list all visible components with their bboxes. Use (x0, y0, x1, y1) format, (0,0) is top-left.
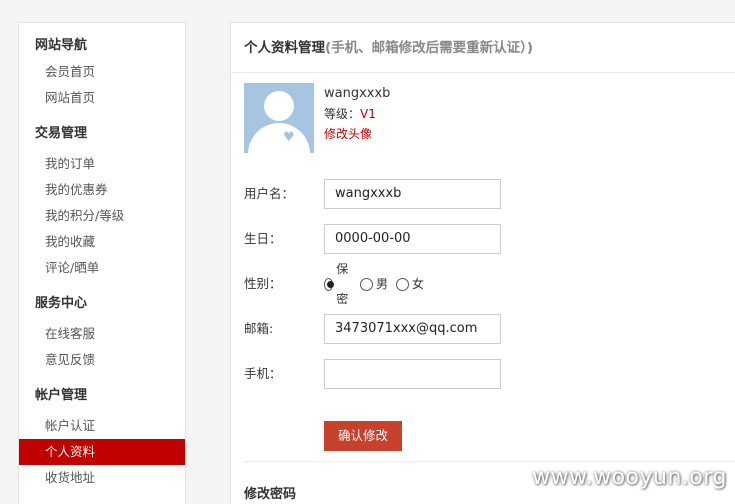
sidebar-group-site-nav: 网站导航 会员首页 网站首页 (19, 33, 185, 111)
profile-info: wangxxxb 等级：V1 修改头像 (324, 83, 524, 144)
gender-option-label: 男 (376, 277, 389, 291)
avatar: ♥ (244, 83, 314, 153)
sidebar-group-account: 帐户管理 帐户认证 个人资料 收货地址 (19, 383, 185, 491)
sidebar-item-address[interactable]: 收货地址 (19, 465, 185, 491)
sidebar-item-points[interactable]: 我的积分/等级 (19, 203, 185, 229)
sidebar-item-feedback[interactable]: 意见反馈 (19, 347, 185, 373)
watermark: www.wooyun.org (532, 465, 727, 490)
sidebar-item-orders[interactable]: 我的订单 (19, 151, 185, 177)
sidebar-group-title: 交易管理 (35, 126, 88, 141)
sidebar-group-trade: 交易管理 我的订单 我的优惠券 我的积分/等级 我的收藏 评论/晒单 (19, 121, 185, 281)
confirm-button[interactable]: 确认修改 (324, 421, 402, 451)
sidebar-item-profile[interactable]: 个人资料 (19, 439, 185, 465)
email-label: 邮箱: (244, 321, 274, 336)
username-field[interactable]: wangxxxb (324, 179, 501, 209)
heart-icon: ♥ (283, 130, 295, 145)
sidebar-nav: 网站导航 会员首页 网站首页 交易管理 我的订单 我的优惠券 我的积分/等级 我… (18, 22, 186, 504)
radio-dot[interactable] (396, 277, 410, 291)
level-value: V1 (360, 107, 376, 121)
panel-header: 个人资料管理(手机、邮箱修改后需要重新认证）) (231, 23, 735, 73)
sidebar-group-title: 网站导航 (35, 38, 88, 53)
gender-option-label: 保密 (336, 262, 349, 306)
email-field[interactable]: 3473071xxx@qq.com (324, 314, 501, 344)
birthday-label: 生日： (244, 231, 282, 246)
radio-dot-checked[interactable] (324, 277, 335, 291)
avatar-head-shape (264, 91, 294, 121)
phone-label: 手机： (244, 366, 282, 381)
sidebar-group-service: 服务中心 在线客服 意见反馈 (19, 291, 185, 373)
username-label: 用户名： (244, 186, 295, 201)
sidebar-group-title: 服务中心 (35, 296, 88, 311)
page-title-note: (手机、邮箱修改后需要重新认证）) (325, 40, 534, 56)
avatar-body-shape (248, 123, 310, 153)
gender-radio-secret[interactable]: 保密 (324, 254, 352, 314)
gender-radio-male[interactable]: 男 (360, 269, 388, 299)
section-divider (244, 461, 735, 462)
profile-username: wangxxxb (324, 86, 391, 101)
level-label: 等级： (324, 107, 361, 121)
sidebar-item-favorites[interactable]: 我的收藏 (19, 229, 185, 255)
birthday-field[interactable]: 0000-00-00 (324, 224, 501, 254)
profile-panel: 个人资料管理(手机、邮箱修改后需要重新认证）) ♥ wangxxxb 等级：V1… (230, 22, 735, 504)
sidebar-item-reviews[interactable]: 评论/晒单 (19, 255, 185, 281)
phone-field[interactable] (324, 359, 501, 389)
sidebar-item-member-home[interactable]: 会员首页 (19, 59, 185, 85)
sidebar-item-coupons[interactable]: 我的优惠券 (19, 177, 185, 203)
gender-radio-group: 保密 男 女 (324, 262, 432, 306)
page-title: 个人资料管理 (244, 40, 325, 56)
password-section-title: 修改密码 (244, 487, 297, 502)
gender-option-label: 女 (412, 277, 425, 291)
edit-avatar-link[interactable]: 修改头像 (324, 124, 524, 144)
sidebar-group-title: 帐户管理 (35, 388, 88, 403)
gender-radio-female[interactable]: 女 (396, 269, 424, 299)
sidebar-item-site-home[interactable]: 网站首页 (19, 85, 185, 111)
sidebar-item-account-verify[interactable]: 帐户认证 (19, 413, 185, 439)
profile-level: 等级：V1 (324, 104, 524, 124)
radio-dot[interactable] (360, 277, 374, 291)
gender-label: 性别： (244, 276, 282, 291)
sidebar-item-online-support[interactable]: 在线客服 (19, 321, 185, 347)
